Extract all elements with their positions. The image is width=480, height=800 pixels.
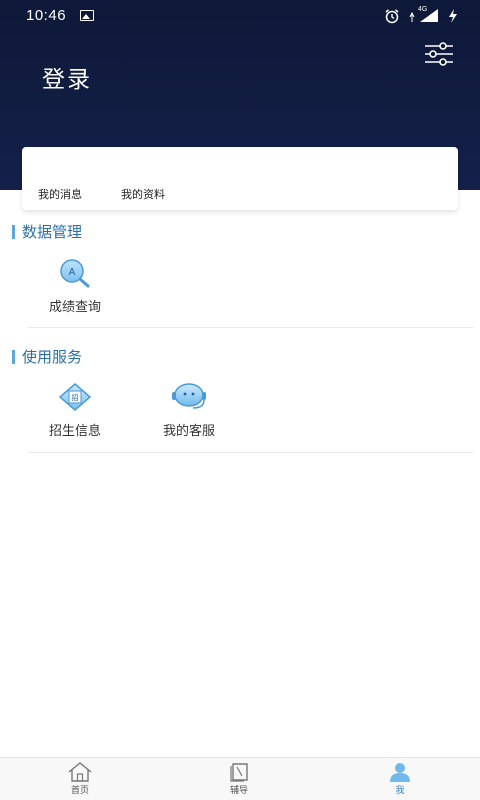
enrollment-icon: 招 <box>58 383 92 411</box>
customer-service-icon <box>172 383 206 409</box>
login-button[interactable]: 登录 <box>42 60 92 94</box>
enrollment-info-label: 招生信息 <box>48 424 101 439</box>
svg-text:招: 招 <box>72 393 79 402</box>
score-search-label: 成绩查询 <box>48 300 101 315</box>
user-card: 我的消息 我的资料 <box>22 147 458 210</box>
tab-me-label: 我 <box>395 786 405 796</box>
tab-tutoring-label: 辅导 <box>229 786 248 796</box>
charging-icon <box>449 9 457 23</box>
tab-tutoring[interactable]: 辅导 <box>199 762 279 796</box>
score-search-icon: A <box>60 259 90 288</box>
divider <box>28 327 474 328</box>
section-title-data-management: 数据管理 <box>12 224 82 240</box>
enrollment-info-button[interactable]: 招 招生信息 <box>30 382 120 439</box>
tab-home[interactable]: 首页 <box>40 762 120 796</box>
my-profile-link[interactable]: 我的资料 <box>121 186 165 202</box>
sliders-icon[interactable] <box>424 42 454 66</box>
status-bar: 10:46 4G <box>0 0 480 34</box>
status-time: 10:46 <box>26 7 67 24</box>
divider <box>28 452 474 453</box>
customer-service-button[interactable]: 我的客服 <box>144 382 234 439</box>
home-icon <box>68 762 92 782</box>
tab-home-label: 首页 <box>70 786 89 796</box>
score-search-button[interactable]: A 成绩查询 <box>30 258 120 315</box>
alarm-icon <box>385 9 399 24</box>
book-icon <box>230 763 248 782</box>
network-type: 4G <box>408 6 440 24</box>
bottom-tab-bar: 首页 辅导 我 <box>0 757 480 800</box>
tab-me[interactable]: 我 <box>360 762 440 796</box>
user-icon <box>390 763 410 782</box>
network-label: 4G <box>418 6 428 13</box>
section-title-services: 使用服务 <box>12 349 82 365</box>
image-icon <box>80 10 94 21</box>
customer-service-label: 我的客服 <box>162 424 215 439</box>
svg-text:A: A <box>69 267 76 278</box>
my-messages-link[interactable]: 我的消息 <box>38 186 82 202</box>
